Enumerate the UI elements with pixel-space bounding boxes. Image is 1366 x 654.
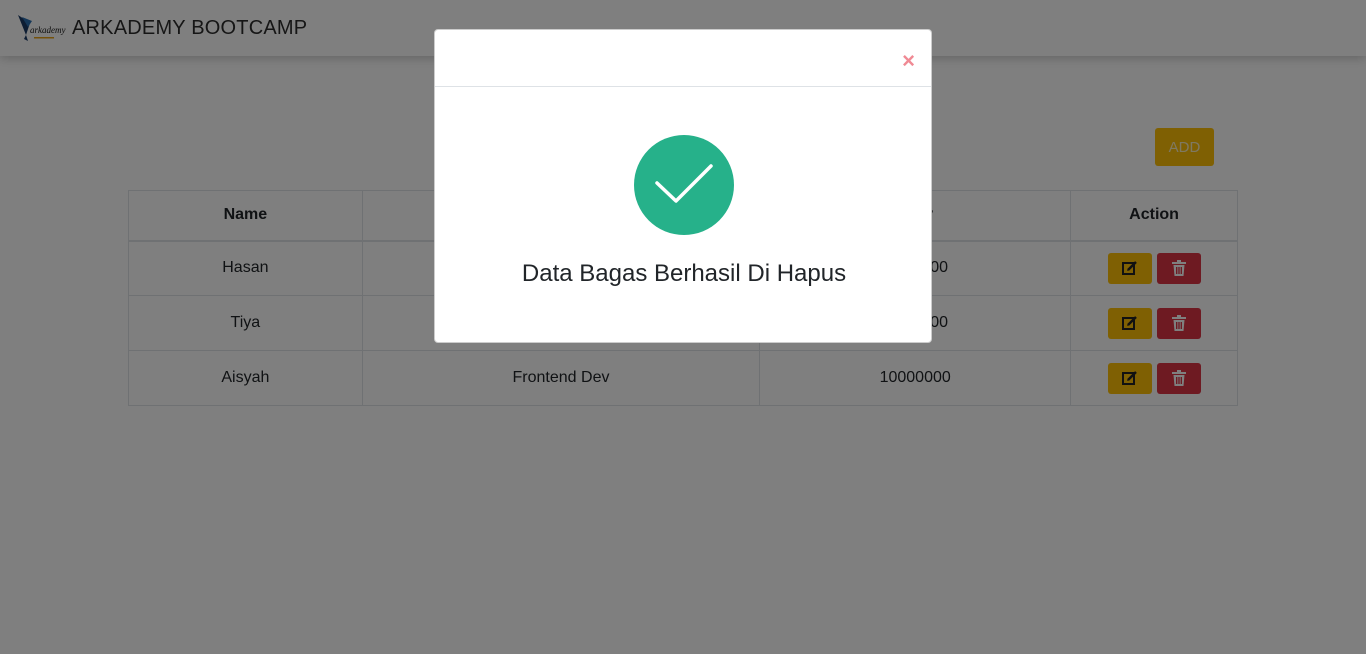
success-icon	[634, 135, 734, 235]
app-page: arkademy ARKADEMY BOOTCAMP ADD Name y Ac…	[0, 0, 1366, 654]
success-modal: × Data Bagas Berhasil Di Hapus	[434, 29, 932, 343]
check-icon	[655, 164, 713, 203]
modal-header: ×	[435, 30, 931, 87]
modal-message: Data Bagas Berhasil Di Hapus	[521, 260, 847, 287]
close-button[interactable]: ×	[902, 50, 915, 72]
